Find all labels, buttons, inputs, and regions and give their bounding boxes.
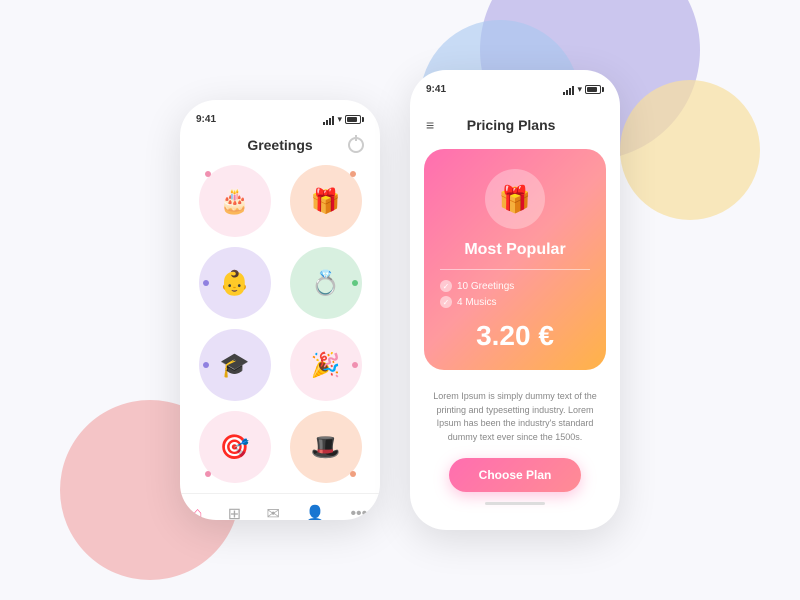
- graduation-icon: 🎓: [220, 351, 250, 380]
- card-gift-icon: 🎁: [485, 169, 545, 229]
- list-item[interactable]: 🎓: [194, 329, 275, 401]
- hat-icon-circle[interactable]: 🎩: [290, 411, 362, 483]
- graduation-icon-circle[interactable]: 🎓: [199, 329, 271, 401]
- party-icon-circle[interactable]: 🎉: [290, 329, 362, 401]
- feature-list: ✓ 10 Greetings ✓ 4 Musics: [440, 278, 590, 310]
- list-item[interactable]: 🎯: [194, 411, 275, 483]
- battery-icon-2: [585, 85, 604, 94]
- home-indicator-2: [485, 502, 545, 505]
- dot: [350, 471, 356, 477]
- list-item[interactable]: 🎂: [194, 165, 275, 237]
- price-display: 3.20 €: [440, 320, 590, 352]
- wifi-icon: ▾: [337, 114, 342, 125]
- dot: [205, 471, 211, 477]
- hat-icon: 🎩: [311, 433, 341, 462]
- check-icon-1: ✓: [440, 280, 452, 292]
- nav-person-icon[interactable]: 👤: [305, 504, 325, 520]
- signal-icon: [323, 115, 334, 125]
- dot: [352, 362, 358, 368]
- signal-icon-2: [563, 85, 574, 95]
- phone-pricing: 9:41 ▾ ≡ Pricing Plans: [410, 70, 620, 530]
- list-item[interactable]: 🎁: [285, 165, 366, 237]
- status-icons-2: ▾: [563, 84, 604, 95]
- status-bar-1: 9:41 ▾: [180, 100, 380, 133]
- most-popular-label: Most Popular: [440, 241, 590, 259]
- pricing-card: 🎁 Most Popular ✓ 10 Greetings ✓ 4 Musics…: [424, 149, 606, 370]
- party-icon: 🎉: [311, 351, 341, 380]
- dot: [350, 171, 356, 177]
- pricing-title: Pricing Plans: [434, 117, 588, 133]
- baby-icon: 👶: [220, 269, 250, 298]
- dot: [203, 280, 209, 286]
- dot: [352, 280, 358, 286]
- list-item[interactable]: 🎩: [285, 411, 366, 483]
- check-icon-2: ✓: [440, 296, 452, 308]
- gift-emoji: 🎁: [499, 184, 531, 215]
- title-bar-1: Greetings: [180, 133, 380, 165]
- hamburger-icon[interactable]: ≡: [426, 117, 434, 133]
- dot: [205, 171, 211, 177]
- feature-2: 4 Musics: [457, 297, 496, 308]
- nav-grid-icon[interactable]: ⊞: [228, 504, 241, 520]
- birthday-icon-circle[interactable]: 🎂: [199, 165, 271, 237]
- birthday-icon: 🎂: [220, 187, 250, 216]
- status-icons-1: ▾: [323, 114, 364, 125]
- list-item: ✓ 4 Musics: [440, 294, 590, 310]
- nav-mail-icon[interactable]: ✉: [266, 504, 279, 520]
- feature-1: 10 Greetings: [457, 281, 514, 292]
- dot: [203, 362, 209, 368]
- battery-icon: [345, 115, 364, 124]
- gift-icon: 🎁: [311, 187, 341, 216]
- nav-home-icon[interactable]: ⌂: [193, 505, 203, 520]
- list-item[interactable]: 🎉: [285, 329, 366, 401]
- choose-plan-button[interactable]: Choose Plan: [449, 458, 582, 492]
- icon-grid: 🎂 🎁 👶 💍: [180, 165, 380, 483]
- phone-greetings: 9:41 ▾ Greetings: [180, 100, 380, 520]
- pricing-description: Lorem Ipsum is simply dummy text of the …: [410, 378, 620, 452]
- card-divider: [440, 269, 590, 270]
- time-1: 9:41: [196, 114, 216, 125]
- power-icon[interactable]: [348, 137, 364, 153]
- baby-icon-circle[interactable]: 👶: [199, 247, 271, 319]
- target-icon: 🎯: [220, 433, 250, 462]
- status-bar-2: 9:41 ▾: [410, 70, 620, 103]
- greetings-title: Greetings: [212, 137, 348, 153]
- list-item: ✓ 10 Greetings: [440, 278, 590, 294]
- gift-icon-circle[interactable]: 🎁: [290, 165, 362, 237]
- target-icon-circle[interactable]: 🎯: [199, 411, 271, 483]
- list-item[interactable]: 👶: [194, 247, 275, 319]
- bottom-nav: ⌂ ⊞ ✉ 👤 •••: [180, 493, 380, 520]
- phones-container: 9:41 ▾ Greetings: [0, 0, 800, 600]
- rings-icon: 💍: [311, 269, 341, 298]
- rings-icon-circle[interactable]: 💍: [290, 247, 362, 319]
- list-item[interactable]: 💍: [285, 247, 366, 319]
- nav-more-icon[interactable]: •••: [350, 505, 367, 520]
- time-2: 9:41: [426, 84, 446, 95]
- wifi-icon-2: ▾: [577, 84, 582, 95]
- pricing-title-bar: ≡ Pricing Plans: [410, 103, 620, 141]
